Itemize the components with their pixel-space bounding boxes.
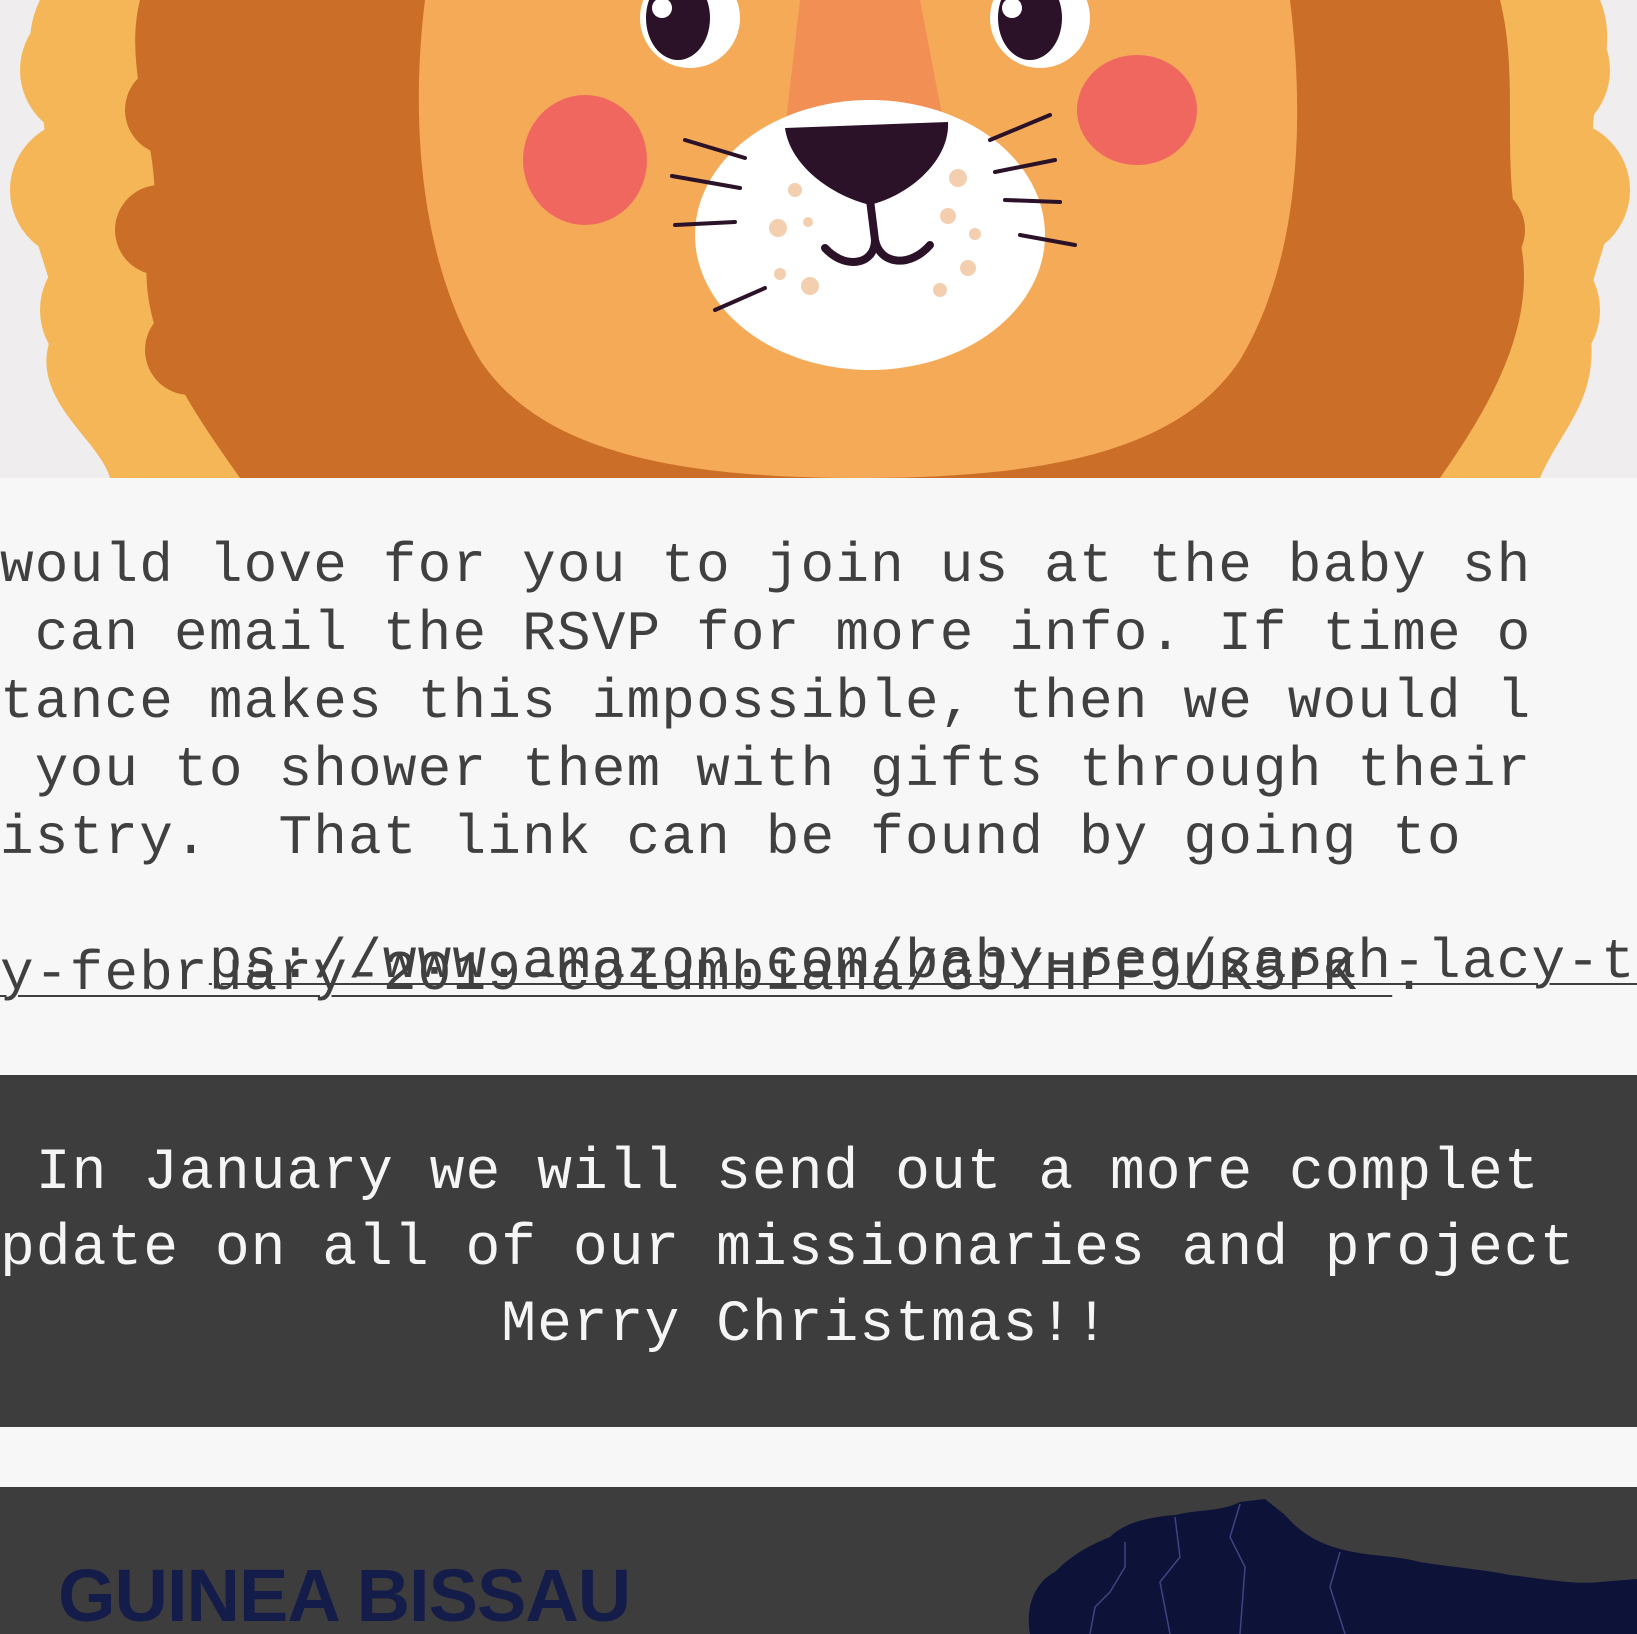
announcement-line: pdate on all of our missionaries and pro… <box>0 1217 1576 1282</box>
lion-face-icon <box>10 0 1630 478</box>
africa-map-icon <box>1028 1499 1637 1634</box>
announcement-band: In January we will send out a more compl… <box>0 1075 1637 1427</box>
country-title: GUINEA BISSAU <box>58 1554 631 1634</box>
country-section: GUINEA BISSAU <box>0 1487 1637 1634</box>
announcement-line: Merry Christmas!! <box>0 1293 1110 1358</box>
message-line: tance makes this impossible, then we wou… <box>0 670 1532 734</box>
message-line: can email the RSVP for more info. If tim… <box>0 602 1532 666</box>
registry-link[interactable]: y-february-2019-columbiana/GJYHPF9UK5PK <box>0 942 1392 1006</box>
message-line: you to shower them with gifts through th… <box>0 738 1532 802</box>
hero-illustration <box>0 0 1637 478</box>
message-section: would love for you to join us at the bab… <box>0 478 1637 1073</box>
announcement-line: In January we will send out a more compl… <box>0 1141 1540 1206</box>
link-suffix: . <box>1392 942 1428 1006</box>
section-spacer <box>0 1427 1637 1487</box>
message-line: istry. That link can be found by going t… <box>0 806 1462 870</box>
message-line: would love for you to join us at the bab… <box>0 534 1532 598</box>
registry-link-line: y-february-2019-columbiana/GJYHPF9UK5PK … <box>0 946 1427 1002</box>
